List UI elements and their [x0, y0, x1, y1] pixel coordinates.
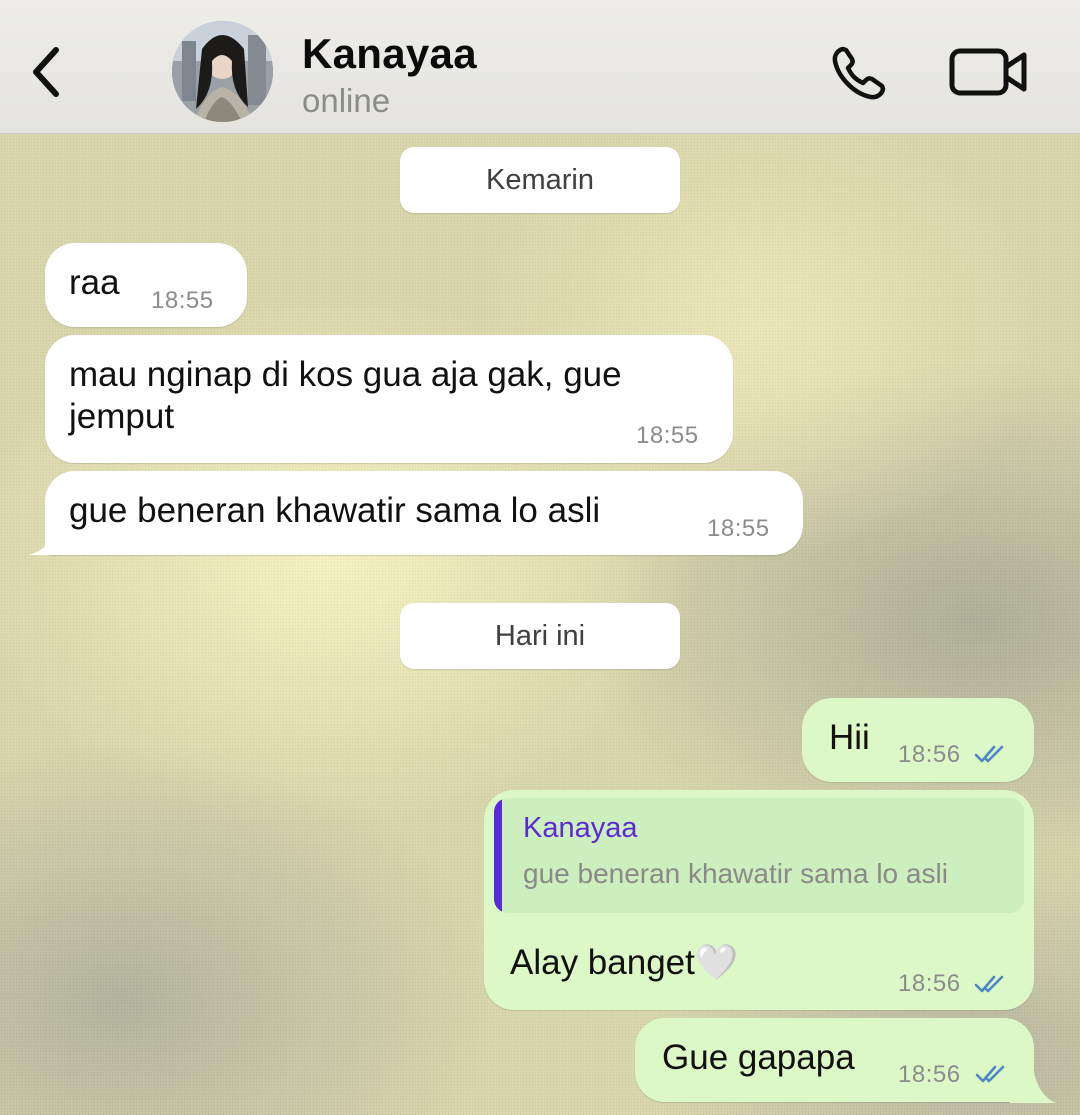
back-button[interactable] [24, 40, 68, 104]
reply-accent-bar [494, 798, 502, 913]
message-bubble-incoming[interactable]: raa 18:55 [45, 243, 247, 327]
bubble-tail [28, 535, 68, 555]
voice-call-button[interactable] [826, 40, 892, 106]
message-bubble-incoming[interactable]: gue beneran khawatir sama lo asli 18:55 [45, 471, 803, 555]
message-text: Gue gapapa [662, 1038, 855, 1077]
message-text: Alay banget🤍 [510, 943, 739, 982]
quoted-reply[interactable]: Kanayaa gue beneran khawatir sama lo asl… [494, 798, 1024, 913]
chat-header: Kanayaa online [0, 0, 1080, 134]
message-bubble-outgoing[interactable]: Gue gapapa 18:56 [635, 1018, 1034, 1102]
message-time: 18:55 [707, 515, 770, 542]
message-time: 18:56 [898, 1061, 961, 1088]
message-time: 18:55 [636, 422, 699, 449]
message-time: 18:56 [898, 970, 961, 997]
message-text: raa [69, 263, 120, 302]
contact-status: online [302, 82, 391, 119]
message-time: 18:56 [898, 741, 961, 768]
video-camera-icon [949, 48, 1027, 96]
read-receipt-icon [974, 745, 1004, 763]
video-call-button[interactable] [946, 42, 1030, 102]
read-receipt-icon [974, 975, 1004, 993]
contact-name[interactable]: Kanayaa [302, 30, 477, 78]
message-bubble-outgoing[interactable]: Hii 18:56 [802, 698, 1034, 782]
bubble-tail [1010, 1073, 1056, 1103]
reply-sender-name: Kanayaa [523, 812, 638, 844]
reply-quoted-text: gue beneran khawatir sama lo asli [523, 858, 948, 889]
chevron-left-icon [33, 47, 59, 97]
date-separator: Kemarin [400, 147, 680, 213]
read-receipt-icon [975, 1065, 1005, 1083]
message-time: 18:55 [151, 287, 214, 314]
message-list[interactable]: Kemarin raa 18:55 mau nginap di kos gua … [0, 133, 1080, 1115]
message-text: gue beneran khawatir sama lo asli [69, 491, 601, 530]
message-text: mau nginap di kos gua aja gak, gue jempu… [69, 355, 622, 436]
contact-avatar[interactable] [172, 21, 273, 122]
date-separator: Hari ini [400, 603, 680, 669]
message-bubble-incoming[interactable]: mau nginap di kos gua aja gak, gue jempu… [45, 335, 733, 463]
message-text: Hii [829, 718, 870, 757]
phone-icon [832, 46, 886, 100]
